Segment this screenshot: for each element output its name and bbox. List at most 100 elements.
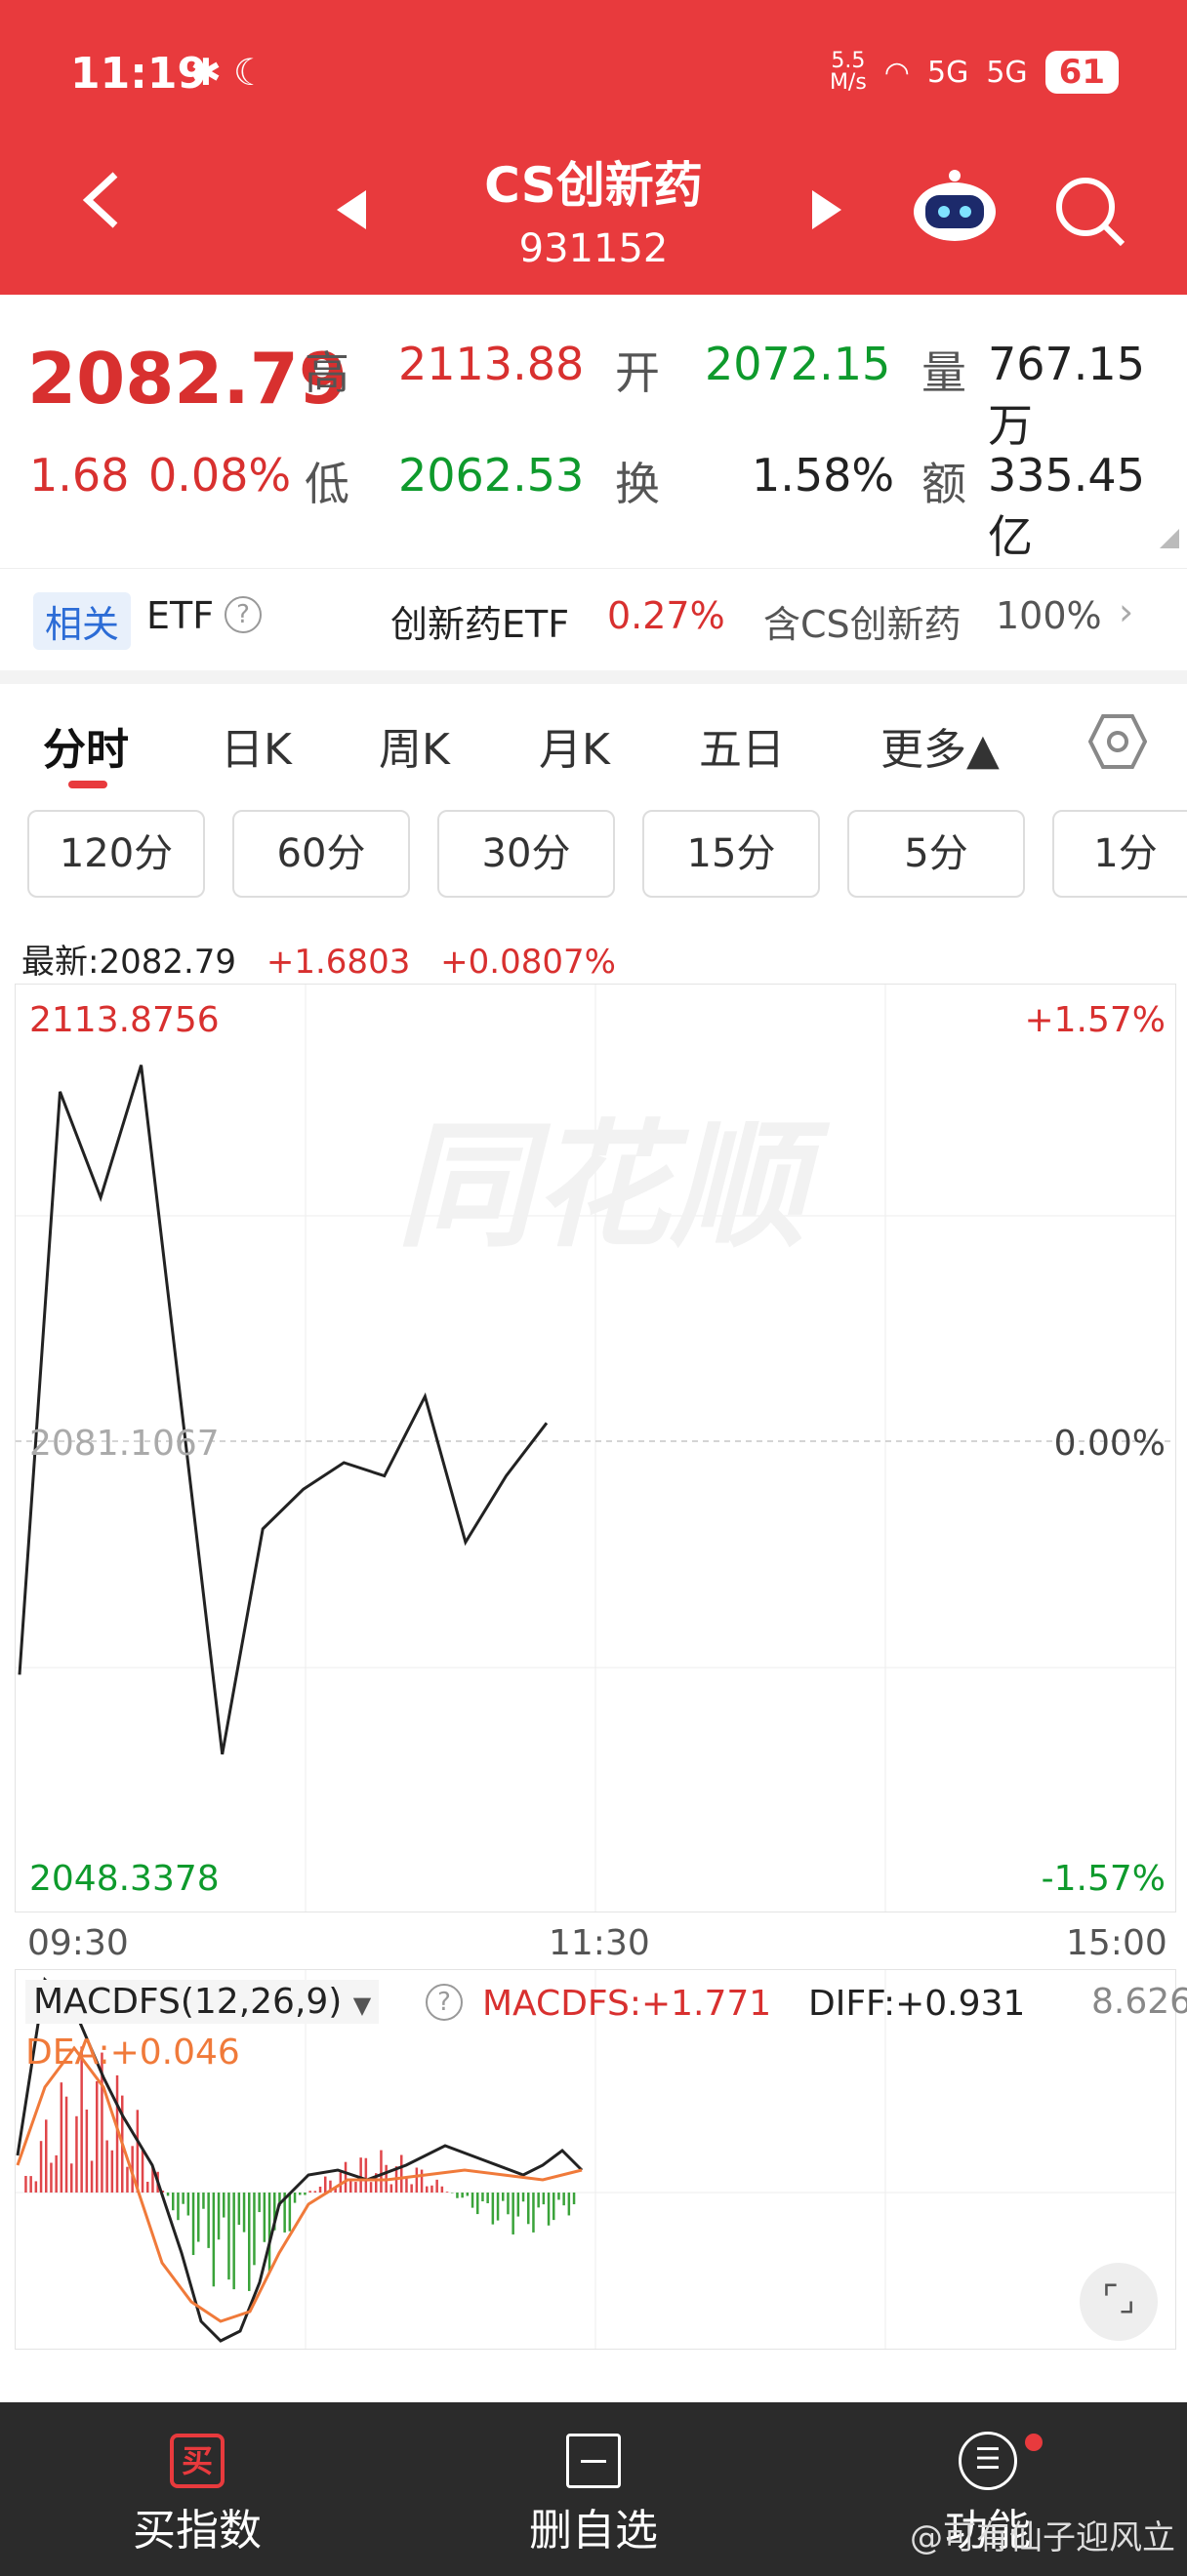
time-end: 15:00 [1066,1923,1167,1963]
period-15[interactable]: 15分 [642,810,820,898]
period-1[interactable]: 1分 [1052,810,1187,898]
macd-bar [212,2193,216,2287]
etf-name: 创新药ETF [390,603,570,646]
macd-bar [451,2193,454,2194]
macd-bar [516,2193,520,2217]
macd-bar [420,2169,424,2193]
expand-corner-icon[interactable] [1160,529,1179,548]
macd-bar [217,2193,221,2240]
macd-bar [64,2096,68,2193]
battery-icon: 61 [1044,51,1119,94]
next-triangle-icon[interactable] [810,190,841,229]
macd-bar [507,2193,510,2215]
period-30[interactable]: 30分 [437,810,615,898]
tab-daily-k[interactable]: 日K [221,714,292,777]
macd-bar [39,2141,43,2193]
macd-bar [476,2193,479,2215]
status-right: 5.5 M/s ◠ 5G 5G 61 [830,51,1119,94]
robot-assistant-icon[interactable] [911,168,999,246]
moon-icon: ☾ [232,51,267,94]
macd-help-icon[interactable]: ? [426,1984,463,2021]
macd-selector[interactable]: MACDFS(12,26,9) ▼ [25,1980,380,2024]
tab-monthly-k[interactable]: 月K [539,714,610,777]
period-120[interactable]: 120分 [27,810,205,898]
bluetooth-icon: ✱ [190,51,222,94]
macd-bar [96,2081,99,2193]
price-change: 1.68 [29,449,130,502]
macd-dea: DEA:+0.046 [25,2033,240,2073]
latest-change-pct: +0.0807% [440,943,616,982]
high-price-label: 2113.8756 [29,1000,220,1040]
weibo-watermark: @可有仙子迎风立 [910,2518,1175,2557]
macd-bar [440,2186,444,2193]
etf-change: 0.27% [607,594,725,637]
macd-bar [207,2193,210,2248]
tab-fenshi[interactable]: 分时 [43,714,129,777]
low-value: 2062.53 [398,449,585,502]
intraday-chart[interactable]: 同花顺 2113.8756 +1.57% 2081.1067 0.00% 204… [15,984,1176,1912]
macd-top-value: 8.6263 [1091,1982,1187,2022]
macd-bar [308,2191,311,2193]
volume-label: 量 [921,346,966,399]
macd-bar [354,2182,357,2193]
signal-2: 5G [986,55,1028,90]
macd-bar [248,2193,251,2291]
latest-label: 最新:2082.79 [21,943,237,982]
macd-bar [50,2162,53,2193]
macd-name: MACDFS(12,26,9) [33,1982,343,2022]
macd-panel[interactable]: MACDFS(12,26,9) ▼ ? MACDFS:+1.771 DIFF:+… [15,1969,1187,2350]
remove-watchlist-button[interactable]: 删自选 [447,2402,740,2576]
app-header: 11:19 ✱ ☾ 5.5 M/s ◠ 5G 5G 61 CS创新药 93115… [0,0,1187,295]
amount-value: 335.45亿 [988,449,1145,563]
macd-diff: DIFF:+0.931 [808,1984,1026,2024]
macd-bar [146,2181,149,2193]
tab-more[interactable]: 更多▲ [880,714,1000,777]
macd-bar [105,2140,108,2193]
macd-bar [562,2193,565,2206]
macd-bar [527,2193,530,2225]
high-pct-label: +1.57% [1024,1000,1166,1040]
macd-bar [177,2193,180,2221]
related-etf-row[interactable]: 相关 ETF ? 创新药ETF 0.27% 含CS创新药 100% › [0,568,1187,670]
watermark: 同花顺 [396,1107,831,1267]
buy-index-button[interactable]: 买 买指数 [51,2402,344,2576]
mid-pct-label: 0.00% [1053,1424,1166,1464]
etf-weight: 100% [996,594,1102,637]
help-icon[interactable]: ? [225,596,262,633]
macd-bar [426,2186,429,2193]
menu-circle-icon: ☰ [959,2432,1017,2490]
remove-watchlist-label: 删自选 [529,2506,658,2556]
period-5[interactable]: 5分 [847,810,1025,898]
tab-weekly-k[interactable]: 周K [379,714,450,777]
macd-value: MACDFS:+1.771 [482,1984,772,2024]
time-start: 09:30 [27,1923,129,1963]
chevron-right-icon[interactable]: › [1119,590,1133,633]
period-60[interactable]: 60分 [232,810,410,898]
macd-bar [34,2181,38,2193]
minus-bar [581,2460,606,2463]
macd-bar [481,2193,484,2202]
tab-five-day[interactable]: 五日 [699,714,785,777]
macd-bar [547,2193,551,2226]
macd-bar [364,2157,368,2193]
settings-hexagon-icon[interactable] [1088,712,1147,771]
macd-bar [29,2176,32,2193]
time-mid: 11:30 [549,1923,650,1963]
macd-bar [75,2115,78,2193]
macd-bar [445,2192,449,2193]
macd-bar [496,2193,500,2221]
macd-bar [126,2166,129,2193]
macd-bar [369,2182,373,2193]
latest-quote: 最新:2082.79 +1.6803 +0.0807% [21,935,616,983]
related-tag: 相关 [33,592,132,650]
notification-dot [1025,2434,1043,2451]
macd-bar [186,2193,190,2216]
macd-bar [502,2193,505,2201]
high-label: 高 [305,346,349,399]
fullscreen-button[interactable]: ⌜⌟ [1080,2263,1158,2341]
macd-bar [90,2160,94,2193]
macd-bar [471,2193,474,2208]
search-icon[interactable] [1054,176,1126,248]
macd-bar [197,2193,200,2242]
macd-bar [491,2193,495,2225]
